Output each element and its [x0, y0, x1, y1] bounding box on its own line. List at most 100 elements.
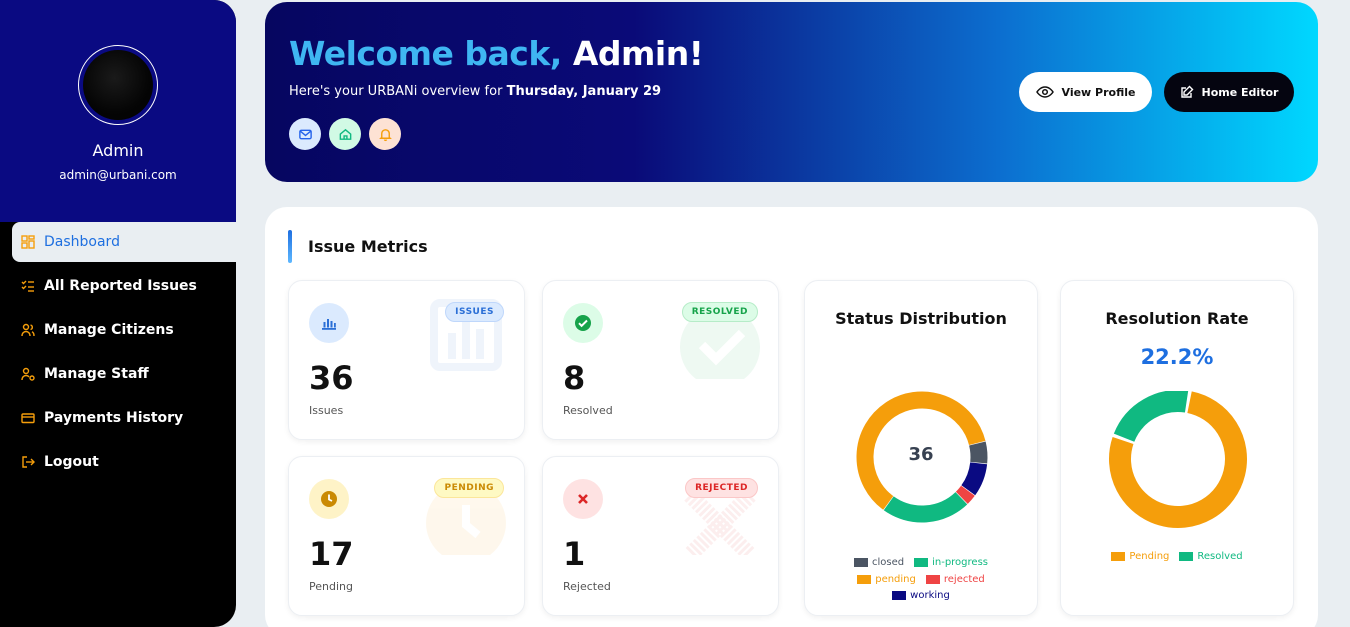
quick-icons: [289, 118, 401, 150]
sidebar-item-manage-staff[interactable]: Manage Staff: [12, 354, 236, 394]
metric-card-issues[interactable]: ISSUES 36 Issues: [288, 280, 525, 440]
resolution-rate-card: Resolution Rate 22.2% Pending Resolved: [1060, 280, 1294, 616]
home-icon[interactable]: [329, 118, 361, 150]
metric-label: Rejected: [563, 580, 611, 593]
donut-slice-in-progress[interactable]: [883, 491, 968, 523]
welcome-title: Welcome back, Admin!: [289, 34, 704, 73]
legend-swatch: [925, 575, 940, 584]
legend-swatch: [1111, 552, 1126, 561]
metric-card-pending[interactable]: PENDING 17 Pending: [288, 456, 525, 616]
metric-value: 36: [309, 359, 354, 397]
home-editor-label: Home Editor: [1201, 85, 1279, 99]
legend-swatch: [892, 591, 907, 600]
resolution-rate-value: 22.2%: [1140, 345, 1214, 369]
bar-chart-icon: [309, 303, 349, 343]
legend-item-rejected[interactable]: rejected: [925, 574, 985, 585]
checklist-icon: [21, 279, 35, 293]
mail-icon[interactable]: [289, 118, 321, 150]
users-icon: [21, 323, 35, 337]
status-distribution-card: Status Distribution 36 closed in-progres…: [804, 280, 1038, 616]
legend-label: working: [910, 590, 950, 601]
panel-title: Issue Metrics: [308, 237, 428, 256]
dashboard-icon: [21, 235, 35, 249]
legend-item-working[interactable]: working: [892, 590, 950, 601]
sidebar-item-dashboard[interactable]: Dashboard: [12, 222, 236, 262]
avatar[interactable]: [83, 50, 153, 120]
legend-item-in-progress[interactable]: in-progress: [914, 557, 988, 568]
welcome-user: Admin!: [572, 34, 704, 73]
subtitle-prefix: Here's your URBANi overview for: [289, 84, 503, 99]
sidebar-item-label: Payments History: [44, 410, 184, 426]
legend-label: pending: [875, 574, 916, 585]
legend-item-pending[interactable]: pending: [857, 574, 916, 585]
legend-label: Pending: [1129, 551, 1170, 562]
sidebar-item-all-reported-issues[interactable]: All Reported Issues: [12, 266, 236, 306]
metric-value: 17: [309, 535, 354, 573]
status-badge: RESOLVED: [681, 302, 758, 322]
home-editor-button[interactable]: Home Editor: [1164, 72, 1294, 112]
subtitle-date: Thursday, January 29: [506, 84, 662, 99]
metric-label: Pending: [309, 580, 353, 593]
avatar-ring: [78, 45, 158, 125]
sidebar-nav: Dashboard All Reported Issues Manage Cit…: [0, 222, 236, 482]
chart-title: Resolution Rate: [1105, 309, 1249, 328]
issue-metrics-panel: Issue Metrics ISSUES 36 Issues RESOLVED …: [265, 207, 1318, 627]
legend-item-pending[interactable]: Pending: [1111, 551, 1169, 562]
metric-value: 1: [563, 535, 586, 573]
sidebar-item-label: All Reported Issues: [44, 278, 197, 294]
legend-swatch: [1179, 552, 1194, 561]
metric-card-rejected[interactable]: REJECTED 1 Rejected: [542, 456, 779, 616]
sidebar-item-payments-history[interactable]: Payments History: [12, 398, 236, 438]
legend-swatch: [853, 558, 868, 567]
card-icon: [21, 411, 35, 425]
status-badge: PENDING: [434, 478, 504, 498]
view-profile-button[interactable]: View Profile: [1019, 72, 1152, 112]
legend-label: in-progress: [932, 557, 988, 568]
check-circle-icon: [563, 303, 603, 343]
chart-title: Status Distribution: [835, 309, 1007, 328]
legend-row: pending rejected: [805, 574, 1037, 585]
legend-swatch: [914, 558, 929, 567]
metric-label: Issues: [309, 404, 344, 417]
metric-value: 8: [563, 359, 586, 397]
staff-icon: [21, 367, 35, 381]
sidebar-item-manage-citizens[interactable]: Manage Citizens: [12, 310, 236, 350]
view-profile-label: View Profile: [1061, 85, 1136, 99]
sidebar: Admin admin@urbani.com Dashboard All Rep…: [0, 0, 236, 627]
eye-icon: [1035, 86, 1054, 98]
donut-center-value: 36: [908, 444, 934, 465]
welcome-greeting: Welcome back,: [289, 34, 562, 73]
legend-item-resolved[interactable]: Resolved: [1179, 551, 1243, 562]
welcome-banner: Welcome back, Admin! Here's your URBANi …: [265, 2, 1318, 182]
sidebar-item-label: Manage Citizens: [44, 322, 174, 338]
legend-row: closed in-progress: [805, 557, 1037, 568]
sidebar-item-label: Manage Staff: [44, 366, 149, 382]
welcome-subtitle: Here's your URBANi overview for Thursday…: [289, 84, 661, 99]
profile-email: admin@urbani.com: [59, 168, 177, 182]
legend-item-closed[interactable]: closed: [853, 557, 905, 568]
legend-row: working: [805, 590, 1037, 601]
title-accent-bar: [288, 230, 292, 263]
clock-icon: [309, 479, 349, 519]
metric-label: Resolved: [563, 404, 613, 417]
status-badge: ISSUES: [445, 302, 504, 322]
legend-label: closed: [871, 557, 905, 568]
legend-label: rejected: [943, 574, 985, 585]
profile-name: Admin: [92, 141, 144, 160]
logout-icon: [21, 455, 35, 469]
legend-row: Pending Resolved: [1061, 551, 1293, 562]
profile-section: Admin admin@urbani.com: [0, 0, 236, 222]
donut-slice-working[interactable]: [961, 461, 988, 496]
edit-icon: [1180, 85, 1194, 98]
sidebar-item-label: Dashboard: [44, 234, 120, 250]
legend-label: Resolved: [1197, 551, 1243, 562]
metric-card-resolved[interactable]: RESOLVED 8 Resolved: [542, 280, 779, 440]
donut-slice-rejected[interactable]: [955, 485, 975, 504]
donut-slice-resolved[interactable]: [1113, 391, 1189, 443]
status-donut-chart: [856, 391, 988, 523]
x-icon: [563, 479, 603, 519]
sidebar-item-label: Logout: [44, 454, 99, 470]
sidebar-item-logout[interactable]: Logout: [12, 442, 236, 482]
bell-icon[interactable]: [369, 118, 401, 150]
resolution-donut-chart: [1109, 391, 1247, 528]
